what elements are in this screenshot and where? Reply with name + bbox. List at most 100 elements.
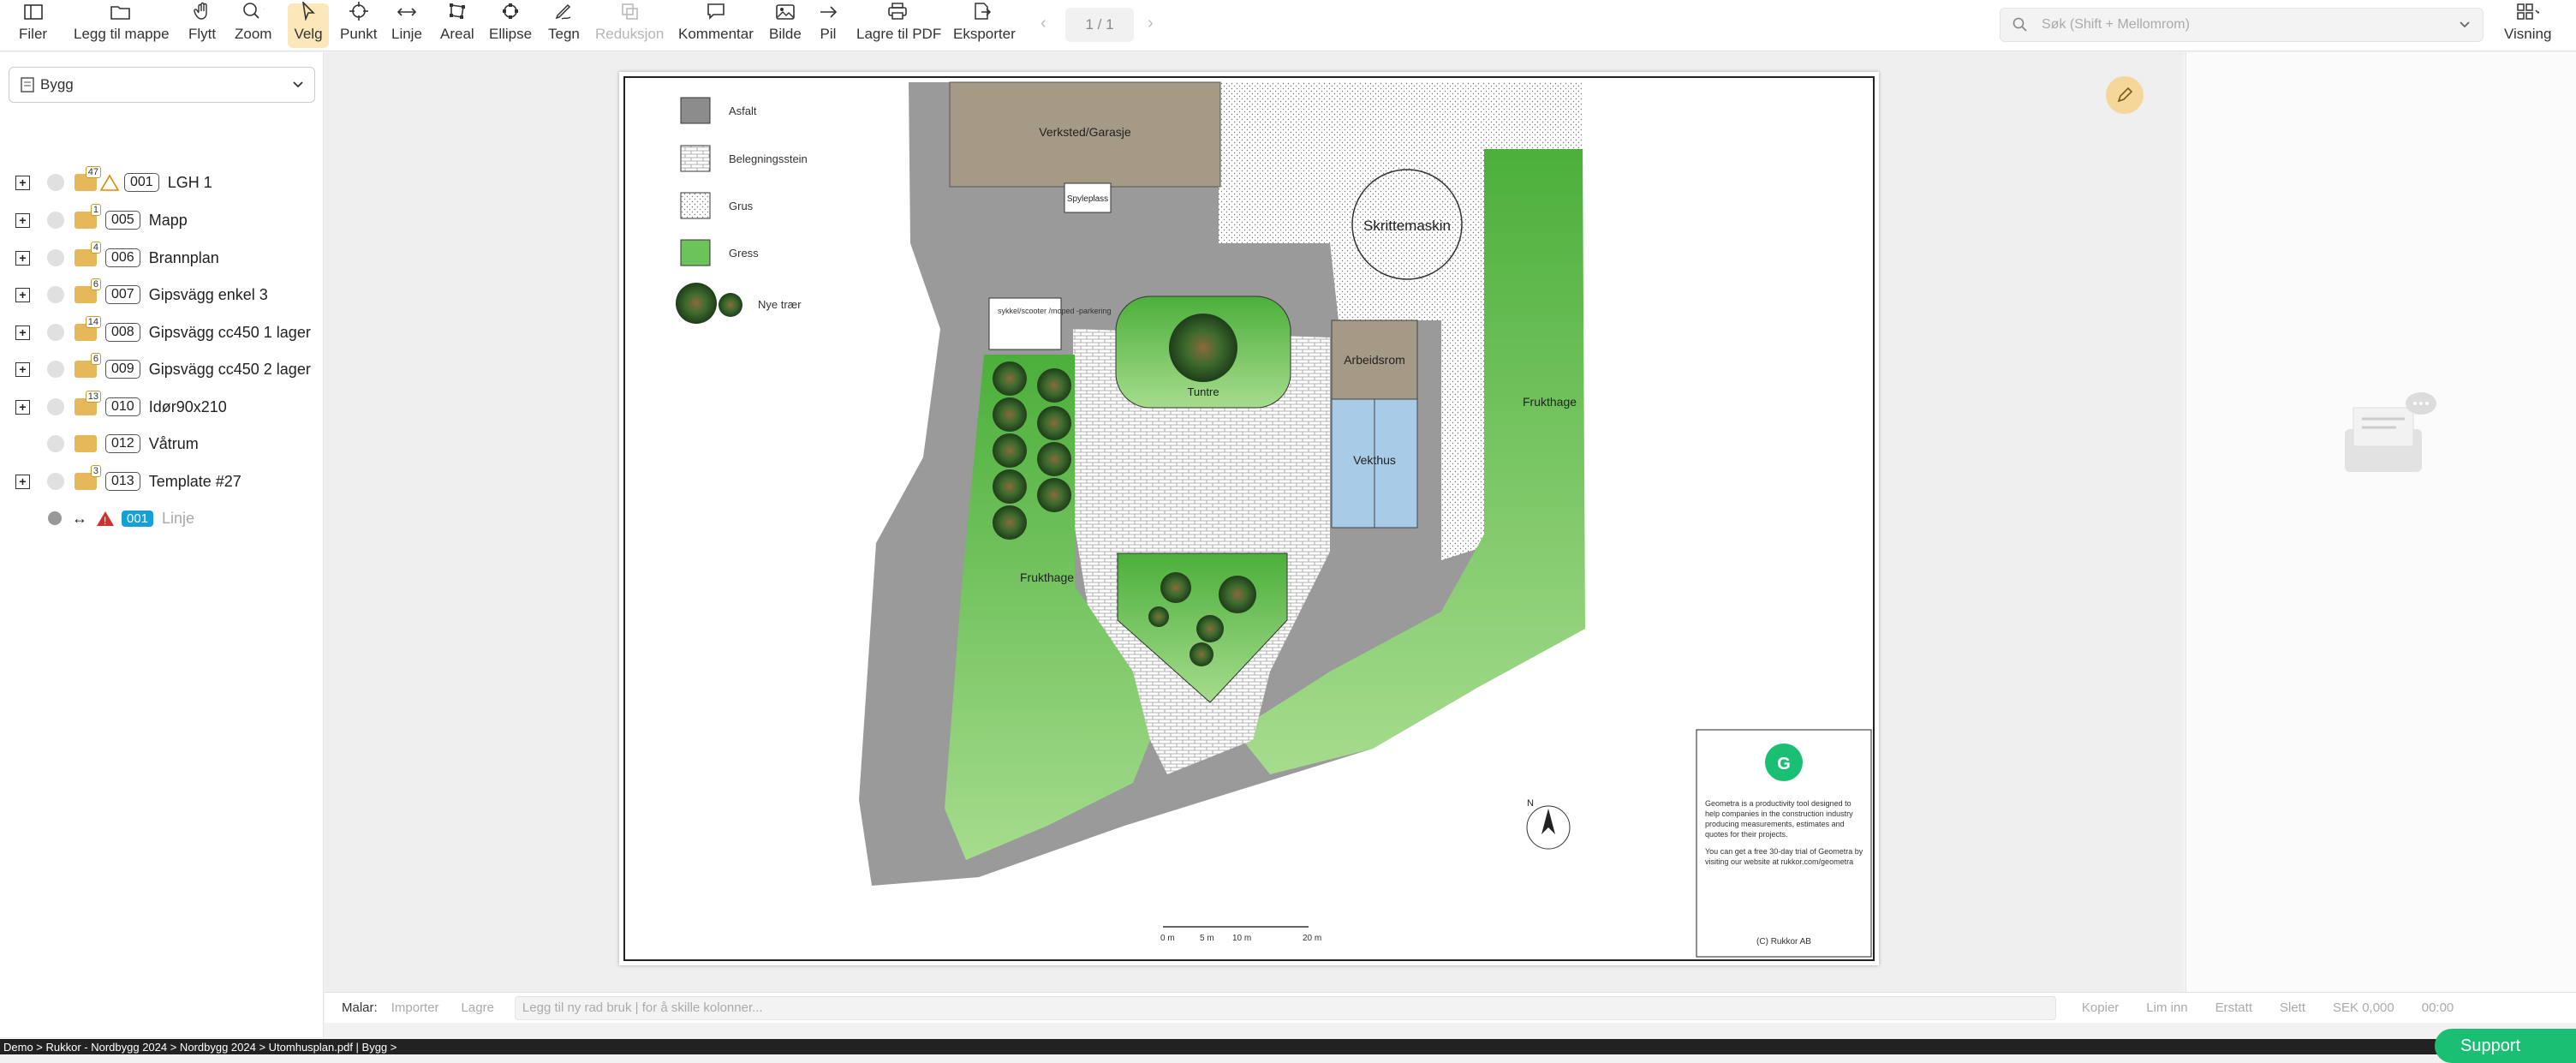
orchard-east-label: Frukthage xyxy=(1523,395,1577,409)
arrow-button[interactable]: Pil xyxy=(817,3,839,48)
folder-icon: 14 xyxy=(75,316,101,341)
scale-0: 0 m xyxy=(1160,934,1175,943)
legend-swatch-asphalt xyxy=(680,97,711,124)
progress-pie-icon xyxy=(47,212,64,229)
expand-icon[interactable]: + xyxy=(15,325,30,340)
line-type-icon: ↔ xyxy=(72,509,87,527)
sidebar: Bygg + 47 001 LGH 1 + 1 005 Mapp + 4 006… xyxy=(0,52,324,1037)
chevron-down-icon xyxy=(293,81,303,88)
add-folder-button[interactable]: Legg til mappe xyxy=(74,3,170,48)
cursor-icon xyxy=(297,2,319,21)
expand-icon[interactable]: + xyxy=(15,250,30,266)
legend-swatch-gravel xyxy=(680,192,711,219)
view-icon xyxy=(2516,3,2539,21)
draw-icon xyxy=(552,2,575,21)
area-button[interactable]: Areal xyxy=(440,3,474,48)
draw-button[interactable]: Tegn xyxy=(548,3,580,48)
site-plan-svg: Asfalt Belegningsstein Grus Gress Nye tr… xyxy=(623,76,1875,961)
save-button[interactable]: Lagre xyxy=(462,1000,494,1015)
reduction-button[interactable]: Reduksjon xyxy=(595,3,664,48)
progress-pie-icon xyxy=(47,286,64,303)
progress-pie-icon xyxy=(47,361,64,378)
line-item[interactable]: ↔ ! 001 Linje xyxy=(48,504,194,533)
prev-page-icon[interactable]: ‹ xyxy=(1041,14,1046,33)
title-block-text: Geometra is a productivity tool designed… xyxy=(1705,799,1863,866)
legend-swatch-paving xyxy=(680,145,711,172)
edit-button[interactable] xyxy=(2106,76,2144,114)
expand-icon[interactable]: + xyxy=(15,287,30,302)
zoom-icon xyxy=(242,2,265,21)
save-pdf-button[interactable]: Lagre til PDF xyxy=(856,3,941,48)
image-button[interactable]: Bilde xyxy=(769,3,802,48)
expand-icon[interactable]: + xyxy=(15,399,30,415)
zoom-button[interactable]: Zoom xyxy=(235,3,271,48)
file-icon xyxy=(22,3,45,21)
tree-item[interactable]: + 13 010 Idør90x210 xyxy=(15,391,227,421)
scale-20: 20 m xyxy=(1303,934,1321,943)
legend-label-grass: Gress xyxy=(729,247,759,260)
tree-item[interactable]: + 47 001 LGH 1 xyxy=(15,166,212,197)
line-button[interactable]: Linje xyxy=(391,3,422,48)
tuntre-tree xyxy=(1169,314,1237,382)
chevron-down-icon[interactable] xyxy=(2459,21,2471,29)
point-button[interactable]: Punkt xyxy=(340,2,377,48)
move-button[interactable]: Flytt xyxy=(188,2,216,48)
legend-tree-small xyxy=(719,293,742,317)
legend-tree-large xyxy=(676,283,717,324)
tuntre-label: Tuntre xyxy=(1187,385,1219,398)
next-page-icon[interactable]: › xyxy=(1148,14,1154,33)
ellipse-button[interactable]: Ellipse xyxy=(489,3,532,48)
printer-icon xyxy=(887,2,910,21)
file-button[interactable]: Filer xyxy=(19,3,47,48)
paste-button[interactable]: Lim inn xyxy=(2146,1000,2187,1015)
folder-icon: 6 xyxy=(75,278,101,303)
progress-pie-icon xyxy=(47,473,64,490)
status-bar: Demo > Rukkor - Nordbygg 2024 > Nordbygg… xyxy=(0,1039,2576,1054)
tree-item[interactable]: + 1 005 Mapp xyxy=(15,204,188,235)
orchard-west-label: Frukthage xyxy=(1020,570,1074,584)
new-row-input[interactable]: Legg til ny rad bruk | for å skille kolo… xyxy=(514,995,2056,1020)
search-input[interactable]: Søk (Shift + Mellomrom) xyxy=(2000,8,2484,42)
site-plan-drawing[interactable]: Asfalt Belegningsstein Grus Gress Nye tr… xyxy=(619,72,1879,965)
pencil-icon xyxy=(2117,87,2133,103)
export-button[interactable]: Eksporter xyxy=(953,3,1016,48)
comment-icon xyxy=(705,2,727,21)
legend-swatch-grass xyxy=(680,239,711,266)
view-button[interactable]: Visning xyxy=(2504,3,2551,48)
templates-label: Malar: xyxy=(342,1000,378,1015)
price-total: SEK 0,000 xyxy=(2333,1000,2394,1015)
tree-item[interactable]: 012 Våtrum xyxy=(47,429,199,458)
legend-label-asphalt: Asfalt xyxy=(729,105,757,117)
folder-icon xyxy=(75,435,97,452)
folder-icon: 47 xyxy=(75,166,101,191)
support-button[interactable]: Support xyxy=(2435,1029,2576,1063)
import-button[interactable]: Importer xyxy=(391,1000,439,1015)
search-icon xyxy=(2012,17,2027,32)
bike-parking xyxy=(988,297,1062,350)
expand-icon[interactable]: + xyxy=(15,474,30,489)
empty-state-illustration-icon xyxy=(2345,392,2436,472)
copyright-label: (C) Rukkor AB xyxy=(1756,937,1811,947)
tree-item[interactable]: + 3 013 Template #27 xyxy=(15,465,242,496)
scale-5: 5 m xyxy=(1200,934,1214,943)
tree-item[interactable]: + 4 006 Brannplan xyxy=(15,242,219,272)
expand-icon[interactable]: + xyxy=(15,361,30,377)
search-placeholder: Søk (Shift + Mellomrom) xyxy=(2042,17,2190,32)
comment-button[interactable]: Kommentar xyxy=(678,3,754,48)
folder-select[interactable]: Bygg xyxy=(9,67,315,103)
expand-icon[interactable]: + xyxy=(15,212,30,228)
replace-button[interactable]: Erstatt xyxy=(2215,1000,2252,1015)
legend-label-trees: Nye trær xyxy=(758,298,802,311)
arrow-icon xyxy=(817,3,839,21)
bike-parking-label: sykkel/scooter /moped -parkering xyxy=(998,307,1112,315)
legend-label-gravel: Grus xyxy=(729,200,754,212)
tree-item[interactable]: + 6 009 Gipsvägg cc450 2 lager xyxy=(15,353,311,384)
geometra-logo-letter: G xyxy=(1777,755,1791,773)
copy-button[interactable]: Kopier xyxy=(2082,1000,2119,1015)
legend-label-paving: Belegningsstein xyxy=(729,152,808,165)
tree-item[interactable]: + 14 008 Gipsvägg cc450 1 lager xyxy=(15,316,311,347)
delete-button[interactable]: Slett xyxy=(2280,1000,2305,1015)
expand-icon[interactable]: + xyxy=(15,175,30,190)
select-button[interactable]: Velg xyxy=(288,2,329,48)
tree-item[interactable]: + 6 007 Gipsvägg enkel 3 xyxy=(15,278,268,309)
